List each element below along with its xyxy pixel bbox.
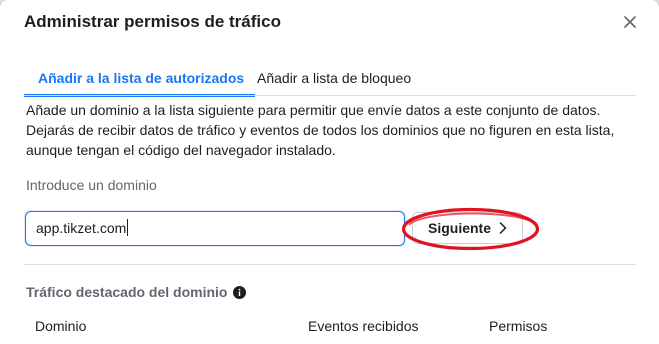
tab-allowlist-label: Añadir a la lista de autorizados: [38, 70, 245, 86]
tab-bar: Añadir a la lista de autorizados Añadir …: [24, 60, 636, 97]
next-button[interactable]: Siguiente: [412, 212, 523, 244]
description-line-1: Añade un dominio a la lista siguiente pa…: [26, 102, 601, 118]
tab-blocklist[interactable]: Añadir a lista de bloqueo: [257, 60, 411, 95]
dialog-title: Administrar permisos de tráfico: [24, 12, 281, 31]
tab-blocklist-label: Añadir a lista de bloqueo: [257, 70, 412, 86]
close-button[interactable]: [618, 10, 642, 34]
description-line-2: Dejarás de recibir datos de tráfico y ev…: [26, 122, 615, 138]
next-button-label: Siguiente: [427, 220, 491, 236]
info-icon[interactable]: [233, 285, 247, 299]
section-divider: [24, 264, 636, 265]
traffic-permissions-dialog: Administrar permisos de tráfico Añadir a…: [0, 0, 659, 344]
domain-input[interactable]: app.tikzet.com: [25, 211, 405, 246]
text-caret: [127, 219, 129, 236]
domain-input-value: app.tikzet.com: [36, 220, 127, 236]
column-header-events: Eventos recibidos: [308, 318, 419, 334]
featured-traffic-title: Tráfico destacado del dominio: [26, 284, 247, 300]
chevron-right-icon: [499, 222, 507, 234]
column-header-permissions: Permisos: [489, 318, 548, 334]
close-icon: [624, 16, 636, 28]
tabs-divider: [24, 95, 636, 96]
tab-allowlist[interactable]: Añadir a la lista de autorizados: [24, 60, 256, 97]
featured-traffic-title-text: Tráfico destacado del dominio: [26, 284, 228, 300]
description-line-3: aunque tengan el código del navegador in…: [26, 142, 336, 158]
domain-input-label: Introduce un dominio: [26, 177, 157, 193]
description-text: Añade un dominio a la lista siguiente pa…: [26, 100, 636, 160]
column-header-domain: Dominio: [35, 318, 87, 334]
